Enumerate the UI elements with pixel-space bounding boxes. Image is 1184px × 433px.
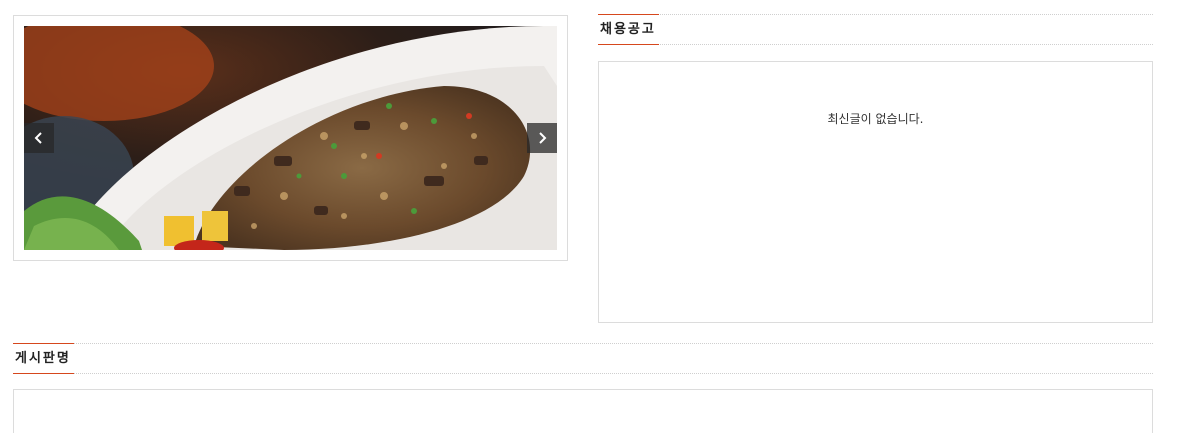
chevron-left-icon: [34, 132, 42, 144]
jobs-latest-panel: 최신글이 없습니다.: [598, 61, 1153, 323]
image-slider: [13, 15, 568, 261]
slider-next-button[interactable]: [527, 123, 557, 153]
slide-image: [24, 26, 557, 250]
jobs-section-header: 채용공고: [598, 14, 1153, 45]
slider-prev-button[interactable]: [24, 123, 54, 153]
board-section-header: 게시판명: [13, 343, 1153, 374]
board-latest-panel: [13, 389, 1153, 433]
chevron-right-icon: [539, 132, 547, 144]
jobs-section-title[interactable]: 채용공고: [598, 14, 659, 45]
empty-message: 최신글이 없습니다.: [827, 112, 924, 126]
board-section-title[interactable]: 게시판명: [13, 343, 74, 374]
food-photo: [24, 26, 557, 250]
